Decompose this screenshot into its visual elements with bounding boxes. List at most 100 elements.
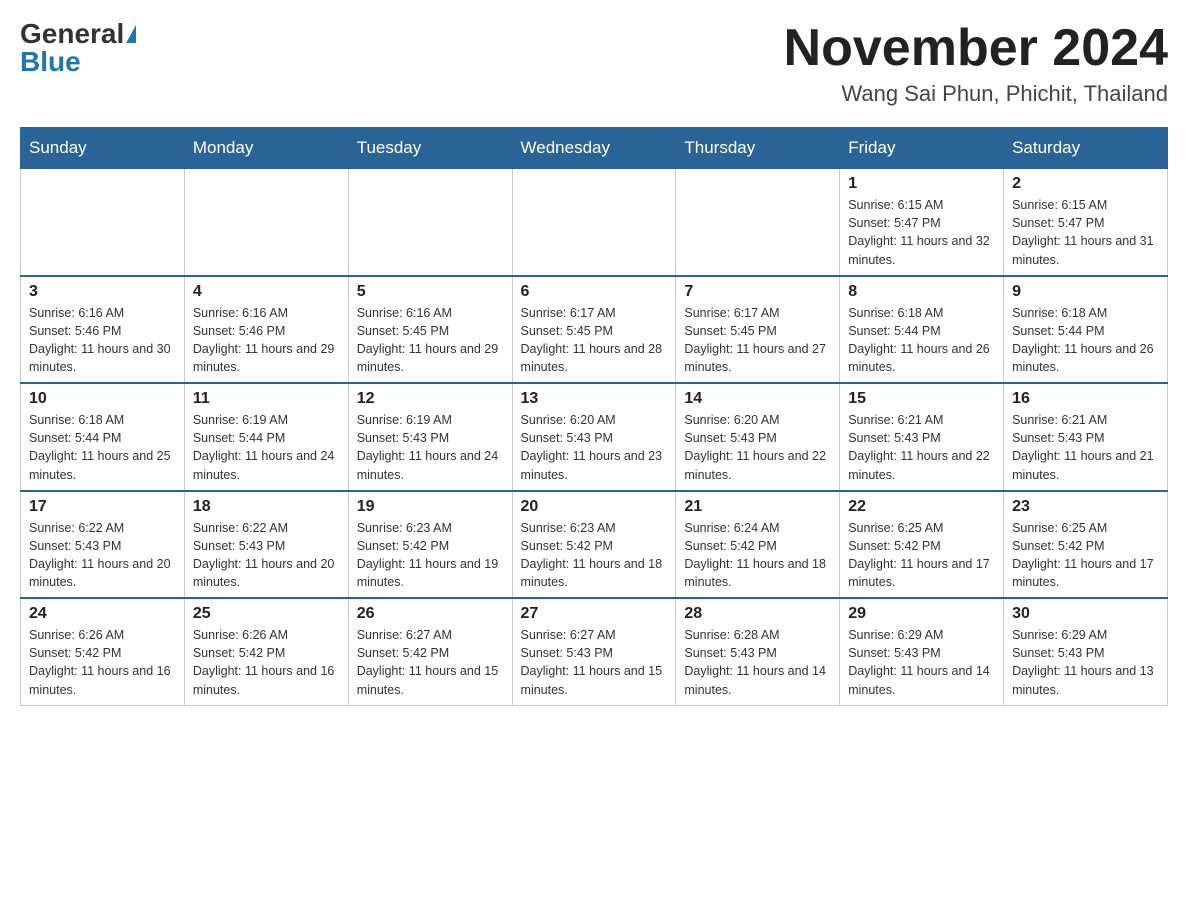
day-number: 24 (29, 605, 176, 623)
day-number: 15 (848, 390, 995, 408)
day-info: Sunrise: 6:23 AMSunset: 5:42 PMDaylight:… (357, 519, 504, 592)
day-info: Sunrise: 6:25 AMSunset: 5:42 PMDaylight:… (1012, 519, 1159, 592)
calendar-cell (512, 169, 676, 276)
calendar-cell: 6 Sunrise: 6:17 AMSunset: 5:45 PMDaylight… (512, 276, 676, 384)
page-header: General Blue November 2024 Wang Sai Phun… (20, 20, 1168, 107)
day-info: Sunrise: 6:19 AMSunset: 5:43 PMDaylight:… (357, 411, 504, 484)
day-info: Sunrise: 6:15 AMSunset: 5:47 PMDaylight:… (1012, 196, 1159, 269)
calendar-cell: 29 Sunrise: 6:29 AMSunset: 5:43 PMDayligh… (840, 598, 1004, 705)
day-number: 28 (684, 605, 831, 623)
day-info: Sunrise: 6:29 AMSunset: 5:43 PMDaylight:… (1012, 626, 1159, 699)
calendar-cell: 4Sunrise: 6:16 AMSunset: 5:46 PMDaylight… (184, 276, 348, 384)
day-info: Sunrise: 6:18 AMSunset: 5:44 PMDaylight:… (1012, 304, 1159, 377)
calendar-cell: 24 Sunrise: 6:26 AMSunset: 5:42 PMDayligh… (21, 598, 185, 705)
calendar-cell: 3 Sunrise: 6:16 AMSunset: 5:46 PMDaylight… (21, 276, 185, 384)
day-info: Sunrise: 6:29 AMSunset: 5:43 PMDaylight:… (848, 626, 995, 699)
weekday-header-sunday: Sunday (21, 128, 185, 169)
calendar-cell: 30 Sunrise: 6:29 AMSunset: 5:43 PMDayligh… (1004, 598, 1168, 705)
day-info: Sunrise: 6:19 AMSunset: 5:44 PMDaylight:… (193, 411, 340, 484)
calendar-cell: 18 Sunrise: 6:22 AMSunset: 5:43 PMDayligh… (184, 491, 348, 599)
day-info: Sunrise: 6:21 AMSunset: 5:43 PMDaylight:… (1012, 411, 1159, 484)
day-number: 29 (848, 605, 995, 623)
day-number: 23 (1012, 498, 1159, 516)
calendar-cell (21, 169, 185, 276)
day-number: 30 (1012, 605, 1159, 623)
logo-triangle-icon (126, 25, 136, 43)
day-number: 3 (29, 283, 176, 301)
day-number: 5 (357, 283, 504, 301)
logo: General Blue (20, 20, 136, 76)
day-number: 13 (521, 390, 668, 408)
weekday-header-tuesday: Tuesday (348, 128, 512, 169)
logo-blue-text: Blue (20, 48, 81, 76)
calendar-week-5: 24 Sunrise: 6:26 AMSunset: 5:42 PMDayligh… (21, 598, 1168, 705)
calendar-cell: 14 Sunrise: 6:20 AMSunset: 5:43 PMDayligh… (676, 383, 840, 491)
calendar-cell (348, 169, 512, 276)
day-info: Sunrise: 6:26 AMSunset: 5:42 PMDaylight:… (29, 626, 176, 699)
calendar-week-2: 3 Sunrise: 6:16 AMSunset: 5:46 PMDaylight… (21, 276, 1168, 384)
day-info: Sunrise: 6:24 AMSunset: 5:42 PMDaylight:… (684, 519, 831, 592)
calendar-week-4: 17 Sunrise: 6:22 AMSunset: 5:43 PMDayligh… (21, 491, 1168, 599)
day-info: Sunrise: 6:17 AMSunset: 5:45 PMDaylight:… (521, 304, 668, 377)
day-info: Sunrise: 6:23 AMSunset: 5:42 PMDaylight:… (521, 519, 668, 592)
day-number: 6 (521, 283, 668, 301)
calendar-cell: 7Sunrise: 6:17 AMSunset: 5:45 PMDaylight… (676, 276, 840, 384)
weekday-header-row: SundayMondayTuesdayWednesdayThursdayFrid… (21, 128, 1168, 169)
day-number: 19 (357, 498, 504, 516)
day-number: 27 (521, 605, 668, 623)
day-info: Sunrise: 6:27 AMSunset: 5:42 PMDaylight:… (357, 626, 504, 699)
calendar-cell: 25 Sunrise: 6:26 AMSunset: 5:42 PMDayligh… (184, 598, 348, 705)
logo-general-text: General (20, 20, 124, 48)
day-number: 1 (848, 175, 995, 193)
calendar-cell: 26 Sunrise: 6:27 AMSunset: 5:42 PMDayligh… (348, 598, 512, 705)
calendar-table: SundayMondayTuesdayWednesdayThursdayFrid… (20, 127, 1168, 706)
day-info: Sunrise: 6:16 AMSunset: 5:46 PMDaylight:… (193, 304, 340, 377)
day-number: 17 (29, 498, 176, 516)
calendar-cell: 22 Sunrise: 6:25 AMSunset: 5:42 PMDayligh… (840, 491, 1004, 599)
calendar-cell: 27 Sunrise: 6:27 AMSunset: 5:43 PMDayligh… (512, 598, 676, 705)
day-number: 18 (193, 498, 340, 516)
day-number: 14 (684, 390, 831, 408)
day-info: Sunrise: 6:15 AMSunset: 5:47 PMDaylight:… (848, 196, 995, 269)
weekday-header-monday: Monday (184, 128, 348, 169)
day-number: 22 (848, 498, 995, 516)
calendar-cell: 5Sunrise: 6:16 AMSunset: 5:45 PMDaylight… (348, 276, 512, 384)
day-info: Sunrise: 6:18 AMSunset: 5:44 PMDaylight:… (848, 304, 995, 377)
calendar-cell: 15 Sunrise: 6:21 AMSunset: 5:43 PMDayligh… (840, 383, 1004, 491)
day-number: 26 (357, 605, 504, 623)
day-info: Sunrise: 6:25 AMSunset: 5:42 PMDaylight:… (848, 519, 995, 592)
day-number: 20 (521, 498, 668, 516)
calendar-cell: 19 Sunrise: 6:23 AMSunset: 5:42 PMDayligh… (348, 491, 512, 599)
day-info: Sunrise: 6:22 AMSunset: 5:43 PMDaylight:… (193, 519, 340, 592)
day-number: 8 (848, 283, 995, 301)
day-info: Sunrise: 6:20 AMSunset: 5:43 PMDaylight:… (684, 411, 831, 484)
weekday-header-friday: Friday (840, 128, 1004, 169)
day-number: 21 (684, 498, 831, 516)
calendar-cell: 28 Sunrise: 6:28 AMSunset: 5:43 PMDayligh… (676, 598, 840, 705)
day-info: Sunrise: 6:21 AMSunset: 5:43 PMDaylight:… (848, 411, 995, 484)
day-info: Sunrise: 6:28 AMSunset: 5:43 PMDaylight:… (684, 626, 831, 699)
day-info: Sunrise: 6:26 AMSunset: 5:42 PMDaylight:… (193, 626, 340, 699)
calendar-cell: 9Sunrise: 6:18 AMSunset: 5:44 PMDaylight… (1004, 276, 1168, 384)
day-info: Sunrise: 6:27 AMSunset: 5:43 PMDaylight:… (521, 626, 668, 699)
day-info: Sunrise: 6:16 AMSunset: 5:46 PMDaylight:… (29, 304, 176, 377)
calendar-cell (676, 169, 840, 276)
day-number: 16 (1012, 390, 1159, 408)
day-number: 25 (193, 605, 340, 623)
title-section: November 2024 Wang Sai Phun, Phichit, Th… (784, 20, 1168, 107)
day-info: Sunrise: 6:18 AMSunset: 5:44 PMDaylight:… (29, 411, 176, 484)
day-number: 11 (193, 390, 340, 408)
calendar-cell: 23 Sunrise: 6:25 AMSunset: 5:42 PMDayligh… (1004, 491, 1168, 599)
calendar-cell: 11 Sunrise: 6:19 AMSunset: 5:44 PMDayligh… (184, 383, 348, 491)
day-number: 12 (357, 390, 504, 408)
calendar-cell: 21 Sunrise: 6:24 AMSunset: 5:42 PMDayligh… (676, 491, 840, 599)
location-text: Wang Sai Phun, Phichit, Thailand (784, 81, 1168, 107)
calendar-week-3: 10Sunrise: 6:18 AMSunset: 5:44 PMDayligh… (21, 383, 1168, 491)
calendar-cell (184, 169, 348, 276)
calendar-cell: 17Sunrise: 6:22 AMSunset: 5:43 PMDayligh… (21, 491, 185, 599)
calendar-cell: 2 Sunrise: 6:15 AMSunset: 5:47 PMDaylight… (1004, 169, 1168, 276)
day-info: Sunrise: 6:20 AMSunset: 5:43 PMDaylight:… (521, 411, 668, 484)
calendar-cell: 8 Sunrise: 6:18 AMSunset: 5:44 PMDaylight… (840, 276, 1004, 384)
calendar-cell: 20 Sunrise: 6:23 AMSunset: 5:42 PMDayligh… (512, 491, 676, 599)
day-number: 2 (1012, 175, 1159, 193)
